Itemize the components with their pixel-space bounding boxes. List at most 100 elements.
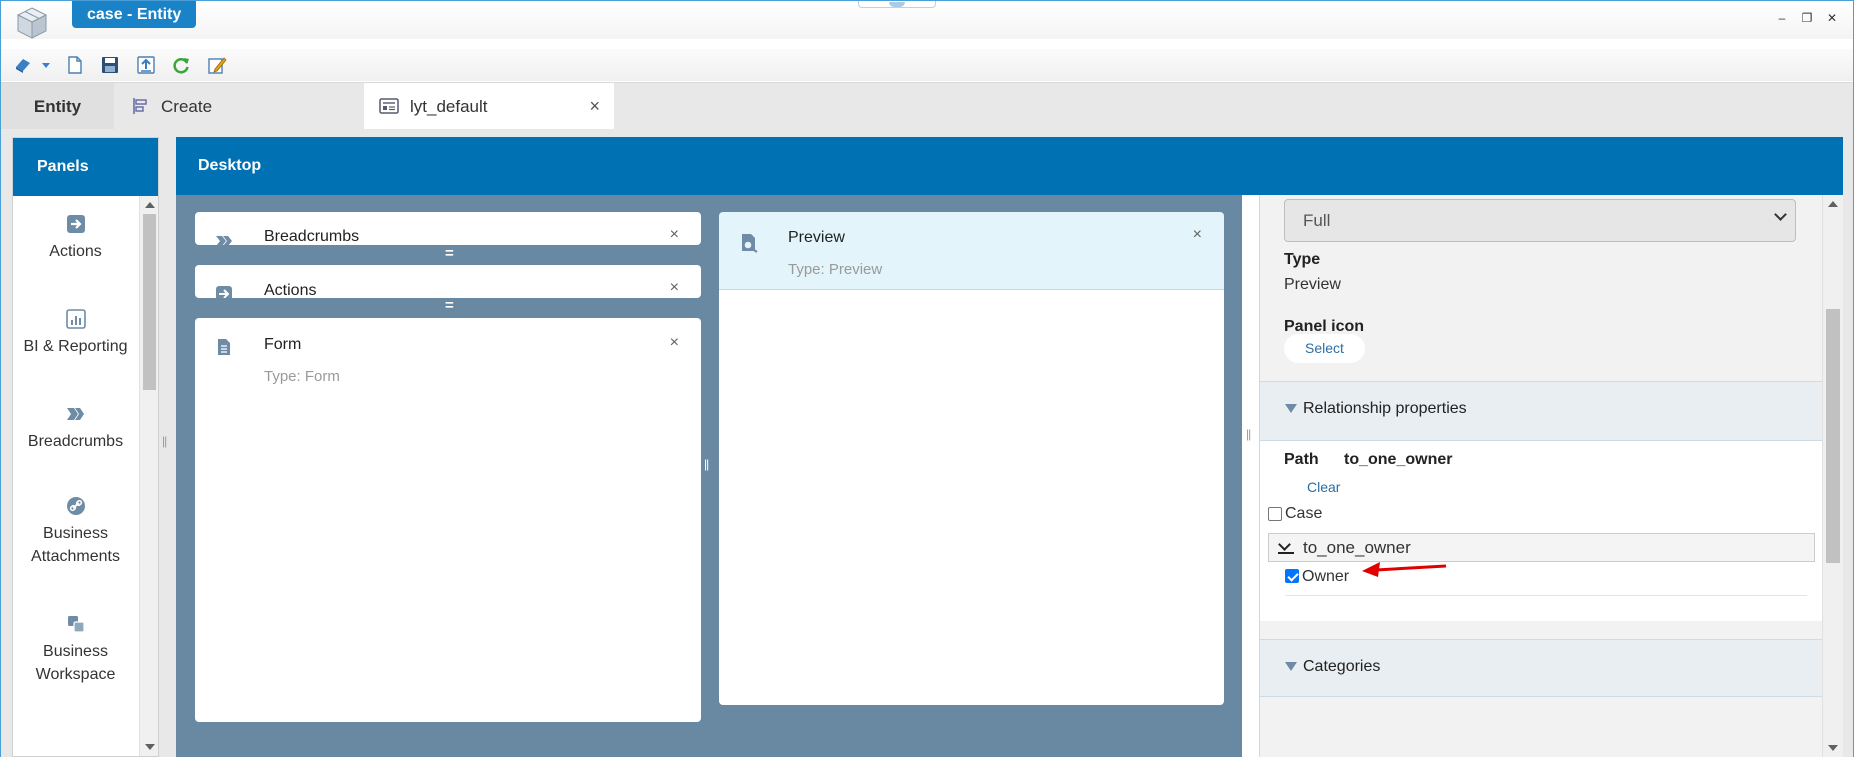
panel-size-select[interactable]: Full <box>1284 199 1796 242</box>
link-icon <box>66 497 85 515</box>
refresh-icon[interactable] <box>171 55 191 75</box>
type-value: Preview <box>1284 276 1341 293</box>
scroll-down-arrow-icon[interactable] <box>1828 745 1838 751</box>
minimize-button[interactable]: – <box>1775 11 1789 25</box>
restore-button[interactable]: ❐ <box>1800 11 1814 25</box>
scrollbar-thumb[interactable] <box>143 214 156 390</box>
panels-scrollbar[interactable] <box>139 196 158 756</box>
properties-scrollbar[interactable] <box>1822 195 1843 757</box>
breadcrumb-icon <box>66 408 84 420</box>
publish-icon[interactable] <box>13 55 33 75</box>
tab-bar: Entity Create lyt_default × <box>1 82 1853 130</box>
properties-splitter-handle[interactable]: || <box>1246 427 1251 441</box>
workspace-icon <box>67 616 85 633</box>
card-form[interactable]: Form Type: Form × <box>195 318 701 722</box>
close-tab-button[interactable]: × <box>589 83 600 130</box>
remove-card-button[interactable]: × <box>670 279 679 297</box>
card-actions[interactable]: Actions × <box>195 265 701 298</box>
panel-item-business-workspace[interactable]: Business Workspace <box>13 614 138 686</box>
tab-label: lyt_default <box>410 97 488 116</box>
desktop-header: Desktop <box>176 137 1843 195</box>
path-value: to_one_owner <box>1344 451 1453 468</box>
owner-checkbox[interactable] <box>1285 569 1299 583</box>
relation-node[interactable]: to_one_owner <box>1268 533 1815 562</box>
tab-label: Create <box>161 97 213 116</box>
chevron-down-icon <box>1278 538 1291 551</box>
panel-item-label: BI & Reporting <box>23 338 128 355</box>
path-label: Path <box>1284 451 1319 468</box>
dropdown-icon[interactable] <box>41 55 51 75</box>
owner-label: Owner <box>1302 568 1350 585</box>
tab-create[interactable]: Create <box>114 83 364 130</box>
panel-item-breadcrumbs[interactable]: Breadcrumbs <box>13 404 138 453</box>
scroll-down-arrow-icon[interactable] <box>145 744 155 750</box>
app-window: case - Entity – ❐ ✕ Entity Create lyt_de… <box>0 0 1854 757</box>
new-document-icon[interactable] <box>65 55 85 75</box>
preview-icon <box>742 234 758 253</box>
window-title: case - Entity <box>72 1 197 28</box>
remove-card-button[interactable]: × <box>670 334 679 352</box>
preview-card-body <box>719 290 1224 705</box>
categories-header[interactable]: Categories <box>1260 639 1823 697</box>
save-icon[interactable] <box>100 55 120 75</box>
collapse-triangle-icon <box>1285 404 1297 413</box>
scroll-up-arrow-icon[interactable] <box>145 202 155 208</box>
case-checkbox[interactable] <box>1268 507 1282 521</box>
select-icon-button[interactable]: Select <box>1284 334 1365 363</box>
relationship-properties-body: Path to_one_owner Clear Case to_one_owne… <box>1260 441 1823 621</box>
annotation-arrow-icon <box>1362 562 1447 577</box>
underline-mark <box>1278 552 1294 554</box>
relationship-properties-header[interactable]: Relationship properties <box>1260 381 1823 441</box>
panel-item-actions[interactable]: Actions <box>13 214 138 263</box>
panel-item-label: Workspace <box>35 666 116 683</box>
panel-item-label: Breadcrumbs <box>27 433 124 450</box>
tab-entity[interactable]: Entity <box>1 83 114 130</box>
drag-handle[interactable]: = <box>445 245 454 262</box>
properties-content: Full Type Preview Panel icon Select Rela… <box>1260 195 1823 757</box>
panels-header: Panels <box>13 138 158 196</box>
panel-item-bi-reporting[interactable]: BI & Reporting <box>13 309 138 358</box>
clear-path-button[interactable]: Clear <box>1307 479 1340 495</box>
select-value: Full <box>1303 211 1331 230</box>
bar-chart-icon <box>65 309 86 329</box>
collapse-triangle-icon <box>1285 662 1297 671</box>
divider <box>1285 595 1807 596</box>
panel-item-label: Attachments <box>31 548 120 565</box>
scroll-up-arrow-icon[interactable] <box>1828 201 1838 207</box>
cube-logo-icon <box>16 7 48 39</box>
type-label: Type <box>1284 251 1321 268</box>
remove-card-button[interactable]: × <box>1193 226 1202 244</box>
edit-icon[interactable] <box>207 55 227 75</box>
case-label: Case <box>1285 505 1323 522</box>
card-title: Preview <box>788 229 845 246</box>
panel-item-business-attachments[interactable]: Business Attachments <box>13 496 138 568</box>
close-window-button[interactable]: ✕ <box>1825 11 1839 25</box>
arrow-right-icon <box>216 286 232 298</box>
document-icon <box>218 339 230 355</box>
column-splitter-handle[interactable]: || <box>704 457 709 471</box>
card-type: Type: Preview <box>788 261 883 278</box>
work-area: Panels Actions BI & Reporting Breadcrumb… <box>1 129 1853 757</box>
export-icon[interactable] <box>136 55 156 75</box>
panel-item-label: Business <box>43 525 108 542</box>
card-preview[interactable]: Preview Type: Preview × <box>719 212 1224 290</box>
drag-handle[interactable]: = <box>445 297 454 314</box>
layout-canvas: Breadcrumbs × = Actions × = Form Type: F… <box>176 195 1242 757</box>
card-title: Form <box>264 336 302 353</box>
create-layout-icon <box>133 98 147 114</box>
tab-lyt-default[interactable]: lyt_default × <box>364 83 614 130</box>
remove-card-button[interactable]: × <box>670 226 679 244</box>
section-title: Relationship properties <box>1303 400 1467 417</box>
panels-splitter-handle[interactable]: || <box>162 434 167 448</box>
card-breadcrumbs[interactable]: Breadcrumbs × <box>195 212 701 245</box>
scrollbar-thumb[interactable] <box>1826 309 1840 563</box>
toolbar <box>1 49 1853 81</box>
chevron-down-icon <box>1774 208 1787 221</box>
title-bar: case - Entity – ❐ ✕ <box>1 1 1853 39</box>
breadcrumb-icon <box>216 236 232 245</box>
desktop-column: Desktop Breadcrumbs × = Actions × = Form… <box>176 137 1843 757</box>
card-title: Actions <box>264 282 317 298</box>
layout-icon <box>379 98 399 114</box>
tab-label: Entity <box>33 97 82 116</box>
pull-down-handle[interactable] <box>858 1 936 8</box>
